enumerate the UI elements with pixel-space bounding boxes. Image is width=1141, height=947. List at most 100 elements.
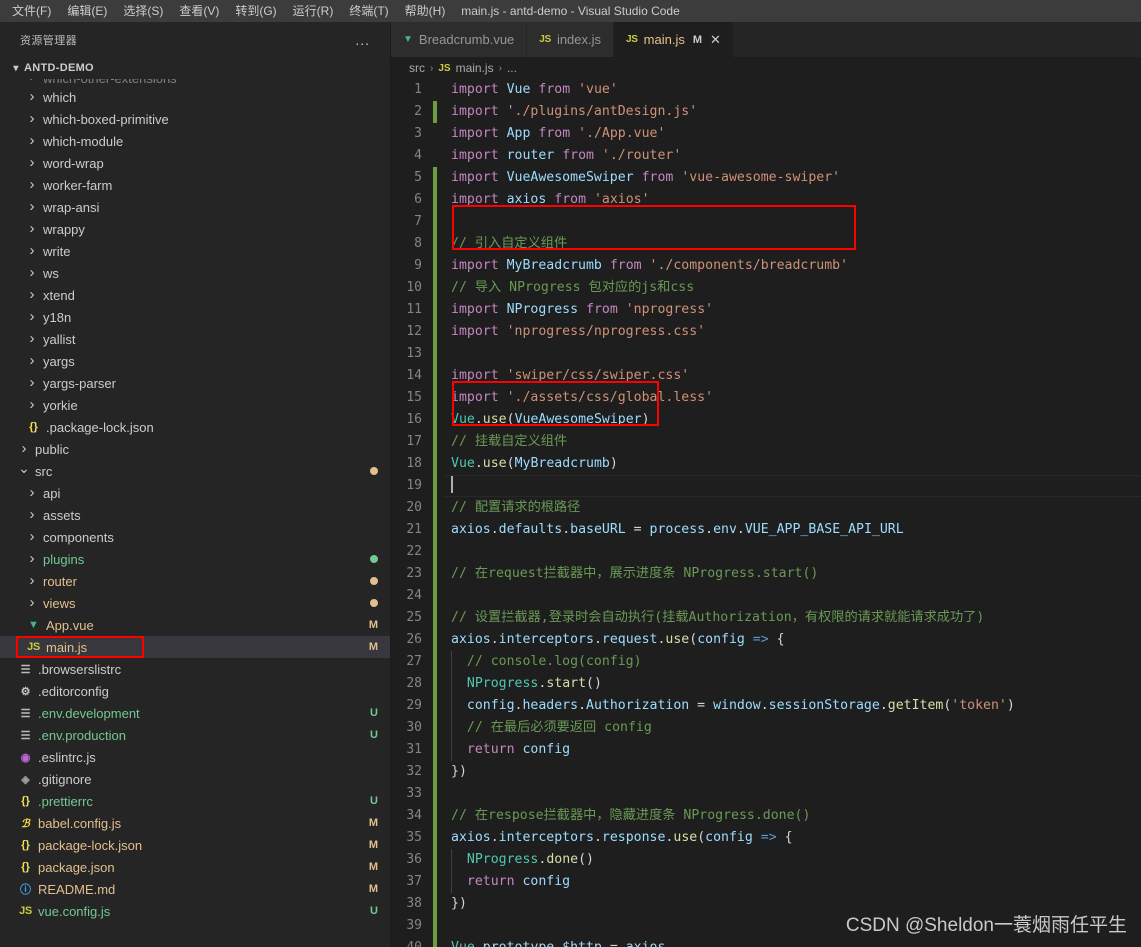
tree-file-row[interactable]: ▼ App.vue M xyxy=(0,614,390,636)
tree-folder-row[interactable]: › yargs xyxy=(0,350,390,372)
tree-file-row[interactable]: ℬbabel.config.js M xyxy=(0,812,390,834)
tree-file-row[interactable]: JS main.js M xyxy=(0,636,390,658)
code-line[interactable]: 3 import App from './App.vue' xyxy=(391,123,1141,145)
tree-file-row[interactable]: {} package.json M xyxy=(0,856,390,878)
tree-file-row[interactable]: {} package-lock.json M xyxy=(0,834,390,856)
tree-folder-row[interactable]: › xtend xyxy=(0,284,390,306)
code-line[interactable]: 34 // 在respose拦截器中，隐藏进度条 NProgress.done() xyxy=(391,805,1141,827)
code-line[interactable]: 11 import NProgress from 'nprogress' xyxy=(391,299,1141,321)
menu-run[interactable]: 运行(R) xyxy=(285,0,342,22)
code-line[interactable]: 20 // 配置请求的根路径 xyxy=(391,497,1141,519)
tree-folder-row[interactable]: › word-wrap xyxy=(0,152,390,174)
menu-goto[interactable]: 转到(G) xyxy=(227,0,284,22)
tree-file-row[interactable]: JS vue.config.js U xyxy=(0,900,390,922)
tree-folder-row[interactable]: › which-boxed-primitive xyxy=(0,108,390,130)
tree-folder-row[interactable]: › y18n xyxy=(0,306,390,328)
menu-help[interactable]: 帮助(H) xyxy=(397,0,454,22)
breadcrumb-part[interactable]: main.js xyxy=(456,61,494,75)
tree-folder-row[interactable]: › views xyxy=(0,592,390,614)
editor-tab[interactable]: JS index.js xyxy=(527,22,615,57)
menu-terminal[interactable]: 终端(T) xyxy=(341,0,396,22)
tree-folder-row[interactable]: › which xyxy=(0,86,390,108)
breadcrumb-part[interactable]: src xyxy=(409,61,425,75)
tree-folder-row[interactable]: ⌄ src xyxy=(0,460,390,482)
code-line[interactable]: 22 xyxy=(391,541,1141,563)
code-line[interactable]: 35 axios.interceptors.response.use(config… xyxy=(391,827,1141,849)
code-line[interactable]: 28 NProgress.start() xyxy=(391,673,1141,695)
code-line[interactable]: 2 import './plugins/antDesign.js' xyxy=(391,101,1141,123)
code-line[interactable]: 12 import 'nprogress/nprogress.css' xyxy=(391,321,1141,343)
tree-folder-row[interactable]: › router xyxy=(0,570,390,592)
tree-folder-row[interactable]: › public xyxy=(0,438,390,460)
code-line[interactable]: 8 // 引入自定义组件 xyxy=(391,233,1141,255)
breadcrumb[interactable]: src › JS main.js ›... xyxy=(391,57,1141,79)
tree-file-row[interactable]: ☰ .browserslistrc xyxy=(0,658,390,680)
code-line[interactable]: 32}) xyxy=(391,761,1141,783)
code-editor[interactable]: 1 import Vue from 'vue' 2 import './plugins… xyxy=(391,79,1141,947)
tree-folder-row[interactable]: › which-module xyxy=(0,130,390,152)
tree-folder-row[interactable]: › api xyxy=(0,482,390,504)
code-line[interactable]: 25 // 设置拦截器,登录时会自动执行(挂载Authorization，有权限的… xyxy=(391,607,1141,629)
code-line[interactable]: 24 xyxy=(391,585,1141,607)
file-tree[interactable]: ›which-other-extensions›which›which-boxe… xyxy=(0,79,390,947)
code-line[interactable]: 6 import axios from 'axios' xyxy=(391,189,1141,211)
tree-folder-row[interactable]: › assets xyxy=(0,504,390,526)
breadcrumb-part[interactable]: ... xyxy=(507,61,517,75)
code-line[interactable]: 17 // 挂载自定义组件 xyxy=(391,431,1141,453)
tree-folder-row[interactable]: › worker-farm xyxy=(0,174,390,196)
tree-folder-row[interactable]: ›which-other-extensions xyxy=(0,79,390,86)
code-line[interactable]: 40Vue.prototype.$http = axios xyxy=(391,937,1141,947)
code-line[interactable]: 33 xyxy=(391,783,1141,805)
more-actions-icon[interactable]: ... xyxy=(355,32,380,48)
code-line[interactable]: 14 import 'swiper/css/swiper.css' xyxy=(391,365,1141,387)
code-line[interactable]: 19 xyxy=(391,475,1141,497)
tree-file-row[interactable]: ☰ .env.development U xyxy=(0,702,390,724)
code-line[interactable]: 36 NProgress.done() xyxy=(391,849,1141,871)
code-line[interactable]: 9 import MyBreadcrumb from './components/… xyxy=(391,255,1141,277)
editor-tab-bar[interactable]: ▼ Breadcrumb.vue JS index.js JS main.js M ✕ xyxy=(391,22,1141,57)
tree-file-row[interactable]: ◈ .gitignore xyxy=(0,768,390,790)
code-line[interactable]: 21 axios.defaults.baseURL = process.env.V… xyxy=(391,519,1141,541)
menu-view[interactable]: 查看(V) xyxy=(171,0,227,22)
tree-file-row[interactable]: ⓘ README.md M xyxy=(0,878,390,900)
code-line[interactable]: 29 config.headers.Authorization = window… xyxy=(391,695,1141,717)
tree-file-row[interactable]: ☰ .env.production U xyxy=(0,724,390,746)
tree-folder-row[interactable]: › write xyxy=(0,240,390,262)
tree-folder-row[interactable]: › yallist xyxy=(0,328,390,350)
tree-folder-row[interactable]: › yargs-parser xyxy=(0,372,390,394)
menu-edit[interactable]: 编辑(E) xyxy=(59,0,115,22)
code-line[interactable]: 37 return config xyxy=(391,871,1141,893)
menu-file[interactable]: 文件(F) xyxy=(4,0,59,22)
code-line[interactable]: 26 axios.interceptors.request.use(config … xyxy=(391,629,1141,651)
tree-folder-row[interactable]: › yorkie xyxy=(0,394,390,416)
code-line[interactable]: 38}) xyxy=(391,893,1141,915)
code-line[interactable]: 5 import VueAwesomeSwiper from 'vue-aweso… xyxy=(391,167,1141,189)
code-line[interactable]: 23 // 在request拦截器中，展示进度条 NProgress.start(… xyxy=(391,563,1141,585)
editor-tab[interactable]: ▼ Breadcrumb.vue xyxy=(391,22,528,57)
code-line[interactable]: 7 xyxy=(391,211,1141,233)
code-line[interactable]: 27 // console.log(config) xyxy=(391,651,1141,673)
tree-folder-row[interactable]: › plugins xyxy=(0,548,390,570)
tree-file-row[interactable]: {} .prettierrc U xyxy=(0,790,390,812)
project-root-row[interactable]: ▾ ANTD-DEMO xyxy=(0,57,390,79)
tree-file-row[interactable]: {} .package-lock.json xyxy=(0,416,390,438)
tree-folder-row[interactable]: › wrap-ansi xyxy=(0,196,390,218)
code-line[interactable]: 15 import './assets/css/global.less' xyxy=(391,387,1141,409)
editor-tab[interactable]: JS main.js M ✕ xyxy=(614,22,734,57)
code-line[interactable]: 4 import router from './router' xyxy=(391,145,1141,167)
code-line[interactable]: 31 return config xyxy=(391,739,1141,761)
code-line[interactable]: 10 // 导入 NProgress 包对应的js和css xyxy=(391,277,1141,299)
code-content[interactable]: 1 import Vue from 'vue' 2 import './plugins… xyxy=(391,79,1141,947)
code-line[interactable]: 1 import Vue from 'vue' xyxy=(391,79,1141,101)
code-line[interactable]: 39 xyxy=(391,915,1141,937)
close-icon[interactable]: ✕ xyxy=(710,33,721,46)
code-line[interactable]: 13 xyxy=(391,343,1141,365)
tree-folder-row[interactable]: › components xyxy=(0,526,390,548)
code-line[interactable]: 30 // 在最后必须要返回 config xyxy=(391,717,1141,739)
tree-folder-row[interactable]: › wrappy xyxy=(0,218,390,240)
menu-selection[interactable]: 选择(S) xyxy=(115,0,171,22)
tree-file-row[interactable]: ◉ .eslintrc.js xyxy=(0,746,390,768)
tree-folder-row[interactable]: › ws xyxy=(0,262,390,284)
code-line[interactable]: 16 Vue.use(VueAwesomeSwiper) xyxy=(391,409,1141,431)
code-line[interactable]: 18 Vue.use(MyBreadcrumb) xyxy=(391,453,1141,475)
